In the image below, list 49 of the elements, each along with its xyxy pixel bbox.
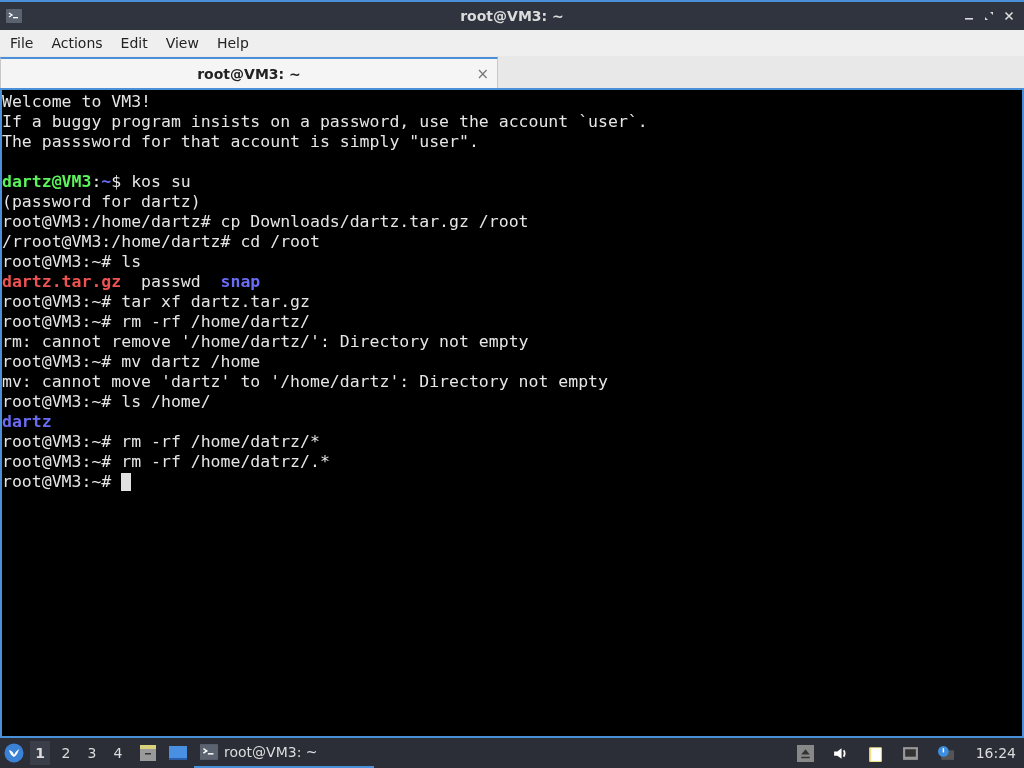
terminal-text: (password for dartz) xyxy=(2,192,201,212)
terminal-text: root@VM3:~# ls /home/ xyxy=(2,392,211,412)
window-title: root@VM3: ~ xyxy=(460,8,564,24)
terminal-text: /rroot@VM3:/home/dartz# cd /root xyxy=(2,232,320,252)
terminal-text: The passsword for that account is simply "user". xyxy=(2,132,479,152)
terminal-text: dartz@VM3 xyxy=(2,172,92,192)
terminal-text: root@VM3:~# mv dartz /home xyxy=(2,352,261,372)
network-icon[interactable] xyxy=(901,744,919,762)
notification-icon[interactable] xyxy=(936,744,954,762)
app-menu-icon[interactable] xyxy=(4,743,24,763)
menu-item[interactable]: View xyxy=(156,35,208,51)
terminal-text: root@VM3:~# xyxy=(2,472,113,492)
workspace-button[interactable]: 1 xyxy=(30,741,50,765)
terminal-text: If a buggy program insists on a password, use the account `user`. xyxy=(2,112,648,132)
terminal-text: : xyxy=(91,172,102,192)
terminal-text: root@VM3:~# tar xf dartz.tar.gz xyxy=(2,292,310,312)
maximize-icon[interactable] xyxy=(984,11,994,21)
desktop-icon[interactable] xyxy=(168,743,188,763)
terminal-icon xyxy=(6,8,22,24)
terminal-text: root@VM3:~# rm -rf /home/dartz/ xyxy=(2,312,310,332)
terminal-text: root@VM3:~# ls xyxy=(2,252,142,272)
terminal-text: snap xyxy=(220,272,261,292)
workspace-button[interactable]: 2 xyxy=(56,741,76,765)
clock: 16:24 xyxy=(975,745,1016,761)
tab[interactable]: root@VM3: ~ × xyxy=(0,57,498,88)
workspace-button[interactable]: 4 xyxy=(108,741,128,765)
menu-item[interactable]: Edit xyxy=(111,35,157,51)
terminal-text: root@VM3:~# rm -rf /home/datrz/* xyxy=(2,432,320,452)
tab-close-button[interactable]: × xyxy=(476,64,489,83)
terminal-text: root@VM3:/home/dartz# cp Downloads/dartz.tar.gz /root xyxy=(2,212,529,232)
close-icon[interactable] xyxy=(1004,11,1014,21)
eject-icon[interactable] xyxy=(796,744,814,762)
terminal-text: mv: cannot move 'dartz' to '/home/dartz': Directory not empty xyxy=(2,372,608,392)
terminal-icon xyxy=(200,743,218,761)
terminal-text: dartz xyxy=(2,412,52,432)
terminal-text: passwd xyxy=(140,272,202,292)
menu-item[interactable]: Help xyxy=(207,35,258,51)
workspace-button[interactable]: 3 xyxy=(82,741,102,765)
terminal-text: Welcome to VM3! xyxy=(2,92,151,112)
clipboard-icon[interactable] xyxy=(866,744,884,762)
terminal-text: ~ xyxy=(101,172,112,192)
terminal-text: dartz.tar.gz xyxy=(2,272,122,292)
file-cabinet-icon[interactable] xyxy=(138,743,158,763)
terminal-text: root@VM3:~# rm -rf /home/datrz/.* xyxy=(2,452,330,472)
menu-item[interactable]: File xyxy=(1,35,43,51)
menu-item[interactable]: Actions xyxy=(42,35,112,51)
terminal-text: rm: cannot remove '/home/dartz/': Directory not empty xyxy=(2,332,529,352)
taskbar-window-button[interactable]: root@VM3: ~ xyxy=(194,738,374,768)
terminal-text: $ kos su xyxy=(111,172,191,192)
